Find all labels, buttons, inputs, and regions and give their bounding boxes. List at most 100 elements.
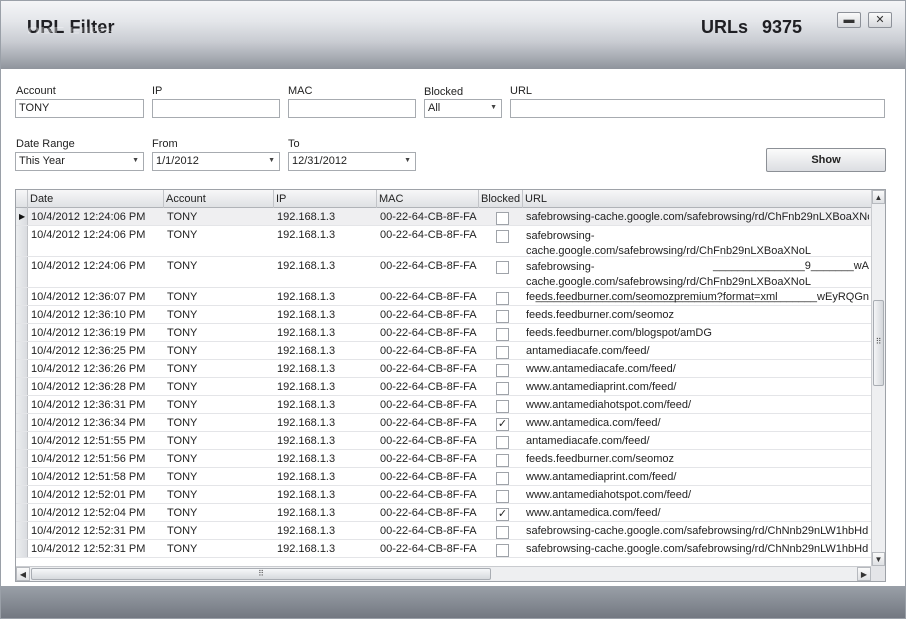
table-row[interactable]: 10/4/2012 12:52:04 PM TONY 192.168.1.3 00-2… [16,504,871,522]
row-header[interactable] [16,432,28,449]
cell-ip: 192.168.1.3 [277,489,336,501]
cell-url: www.antamediaprint.com/feed/ [526,381,677,393]
cell-mac: 00-22-64-CB-8F-FA [380,399,477,411]
cell-url: feeds.feedburner.com/seomoz [526,453,674,465]
blocked-checkbox[interactable] [496,230,509,243]
row-header[interactable] [16,306,28,323]
table-row[interactable]: 10/4/2012 12:52:31 PM TONY 192.168.1.3 00-2… [16,540,871,558]
row-header[interactable] [16,360,28,377]
cell-account: TONY [167,471,198,483]
cell-date: 10/4/2012 12:52:04 PM [31,507,146,519]
cell-ip: 192.168.1.3 [277,399,336,411]
table-row[interactable]: 10/4/2012 12:51:58 PM TONY 192.168.1.3 00-2… [16,468,871,486]
column-header-ip[interactable]: IP [274,190,377,208]
minimize-button[interactable]: ▬ [837,12,861,28]
mac-field[interactable] [288,99,416,118]
blocked-checkbox[interactable] [496,454,509,467]
table-row[interactable]: 10/4/2012 12:52:31 PM TONY 192.168.1.3 00-2… [16,522,871,540]
row-header[interactable] [16,324,28,341]
horizontal-scrollbar[interactable]: ◀ ⠿ ▶ [16,566,871,581]
row-header[interactable] [16,522,28,539]
from-date-picker[interactable]: 1/1/2012 ▼ [152,152,280,171]
blocked-checkbox[interactable] [496,292,509,305]
close-button[interactable]: ✕ [868,12,892,28]
row-header[interactable] [16,504,28,521]
blocked-checkbox[interactable] [496,436,509,449]
url-field[interactable] [510,99,885,118]
blocked-checkbox[interactable] [496,472,509,485]
cell-ip: 192.168.1.3 [277,211,336,223]
table-row[interactable]: 10/4/2012 12:36:26 PM TONY 192.168.1.3 00-2… [16,360,871,378]
row-header[interactable] [16,288,28,305]
scroll-up-icon[interactable]: ▲ [872,190,885,204]
blocked-checkbox[interactable] [496,490,509,503]
row-header[interactable] [16,540,28,557]
table-row[interactable]: 10/4/2012 12:52:01 PM TONY 192.168.1.3 00-2… [16,486,871,504]
blocked-checkbox[interactable] [496,261,509,274]
row-header[interactable] [16,257,28,287]
table-row[interactable]: 10/4/2012 12:24:06 PM TONY 192.168.1.3 00-2… [16,226,871,272]
table-row[interactable]: 10/4/2012 12:36:25 PM TONY 192.168.1.3 00-2… [16,342,871,360]
column-header-blocked[interactable]: Blocked [479,190,523,208]
cell-mac: 00-22-64-CB-8F-FA [380,309,477,321]
table-row[interactable]: 10/4/2012 12:36:19 PM TONY 192.168.1.3 00-2… [16,324,871,342]
cell-mac: 00-22-64-CB-8F-FA [380,525,477,537]
blocked-checkbox[interactable] [496,400,509,413]
table-row[interactable]: 10/4/2012 12:36:34 PM TONY 192.168.1.3 00-2… [16,414,871,432]
cell-date: 10/4/2012 12:24:06 PM [31,260,146,272]
chevron-down-icon: ▼ [132,157,139,164]
column-header-date[interactable]: Date [28,190,164,208]
table-row[interactable]: 10/4/2012 12:24:06 PM TONY 192.168.1.3 00-2… [16,257,871,303]
table-row[interactable]: 10/4/2012 12:36:28 PM TONY 192.168.1.3 00-2… [16,378,871,396]
blocked-checkbox[interactable] [496,544,509,557]
scroll-down-icon[interactable]: ▼ [872,552,885,566]
blocked-checkbox[interactable]: ✓ [496,508,509,521]
cell-account: TONY [167,291,198,303]
cell-account: TONY [167,525,198,537]
blocked-dropdown[interactable]: All ▼ [424,99,502,118]
table-row[interactable]: 10/4/2012 12:51:56 PM TONY 192.168.1.3 00-2… [16,450,871,468]
blocked-checkbox[interactable] [496,346,509,359]
cell-mac: 00-22-64-CB-8F-FA [380,260,477,272]
column-header-mac[interactable]: MAC [377,190,479,208]
scroll-right-icon[interactable]: ▶ [857,567,871,581]
blocked-checkbox[interactable] [496,328,509,341]
row-header[interactable] [16,486,28,503]
table-row[interactable]: 10/4/2012 12:36:10 PM TONY 192.168.1.3 00-2… [16,306,871,324]
column-header-url[interactable]: URL [523,190,871,208]
blocked-checkbox[interactable]: ✓ [496,418,509,431]
vertical-scroll-thumb[interactable]: ⠿ [873,300,884,386]
row-header[interactable] [16,450,28,467]
row-header[interactable] [16,414,28,431]
table-row[interactable]: 10/4/2012 12:36:07 PM TONY 192.168.1.3 00-2… [16,288,871,306]
table-row[interactable]: 10/4/2012 12:36:31 PM TONY 192.168.1.3 00-2… [16,396,871,414]
ip-field[interactable] [152,99,280,118]
row-header[interactable] [16,342,28,359]
row-header[interactable] [16,226,28,256]
row-header[interactable] [16,396,28,413]
row-header[interactable] [16,468,28,485]
main-content: Account TONY IP MAC Blocked All ▼ URL Da… [1,69,905,586]
scroll-left-icon[interactable]: ◀ [16,567,30,581]
blocked-checkbox[interactable] [496,310,509,323]
cell-ip: 192.168.1.3 [277,381,336,393]
table-row[interactable]: ▶ 10/4/2012 12:24:06 PM TONY 192.168.1.3 00-… [16,208,871,226]
show-button[interactable]: Show [766,148,886,172]
row-header[interactable]: ▶ [16,208,28,225]
blocked-checkbox[interactable] [496,212,509,225]
date-range-dropdown[interactable]: This Year ▼ [15,152,144,171]
footer-bar [1,586,905,618]
to-date-picker[interactable]: 12/31/2012 ▼ [288,152,416,171]
account-field[interactable]: TONY [15,99,144,118]
blocked-checkbox[interactable] [496,526,509,539]
table-row[interactable]: 10/4/2012 12:51:55 PM TONY 192.168.1.3 00-2… [16,432,871,450]
cell-date: 10/4/2012 12:36:31 PM [31,399,146,411]
column-header-account[interactable]: Account [164,190,274,208]
cell-mac: 00-22-64-CB-8F-FA [380,291,477,303]
row-header[interactable] [16,378,28,395]
horizontal-scroll-thumb[interactable]: ⠿ [31,568,491,580]
blocked-checkbox[interactable] [496,382,509,395]
cell-mac: 00-22-64-CB-8F-FA [380,211,477,223]
blocked-checkbox[interactable] [496,364,509,377]
vertical-scrollbar[interactable]: ▲ ⠿ ▼ [871,190,885,566]
